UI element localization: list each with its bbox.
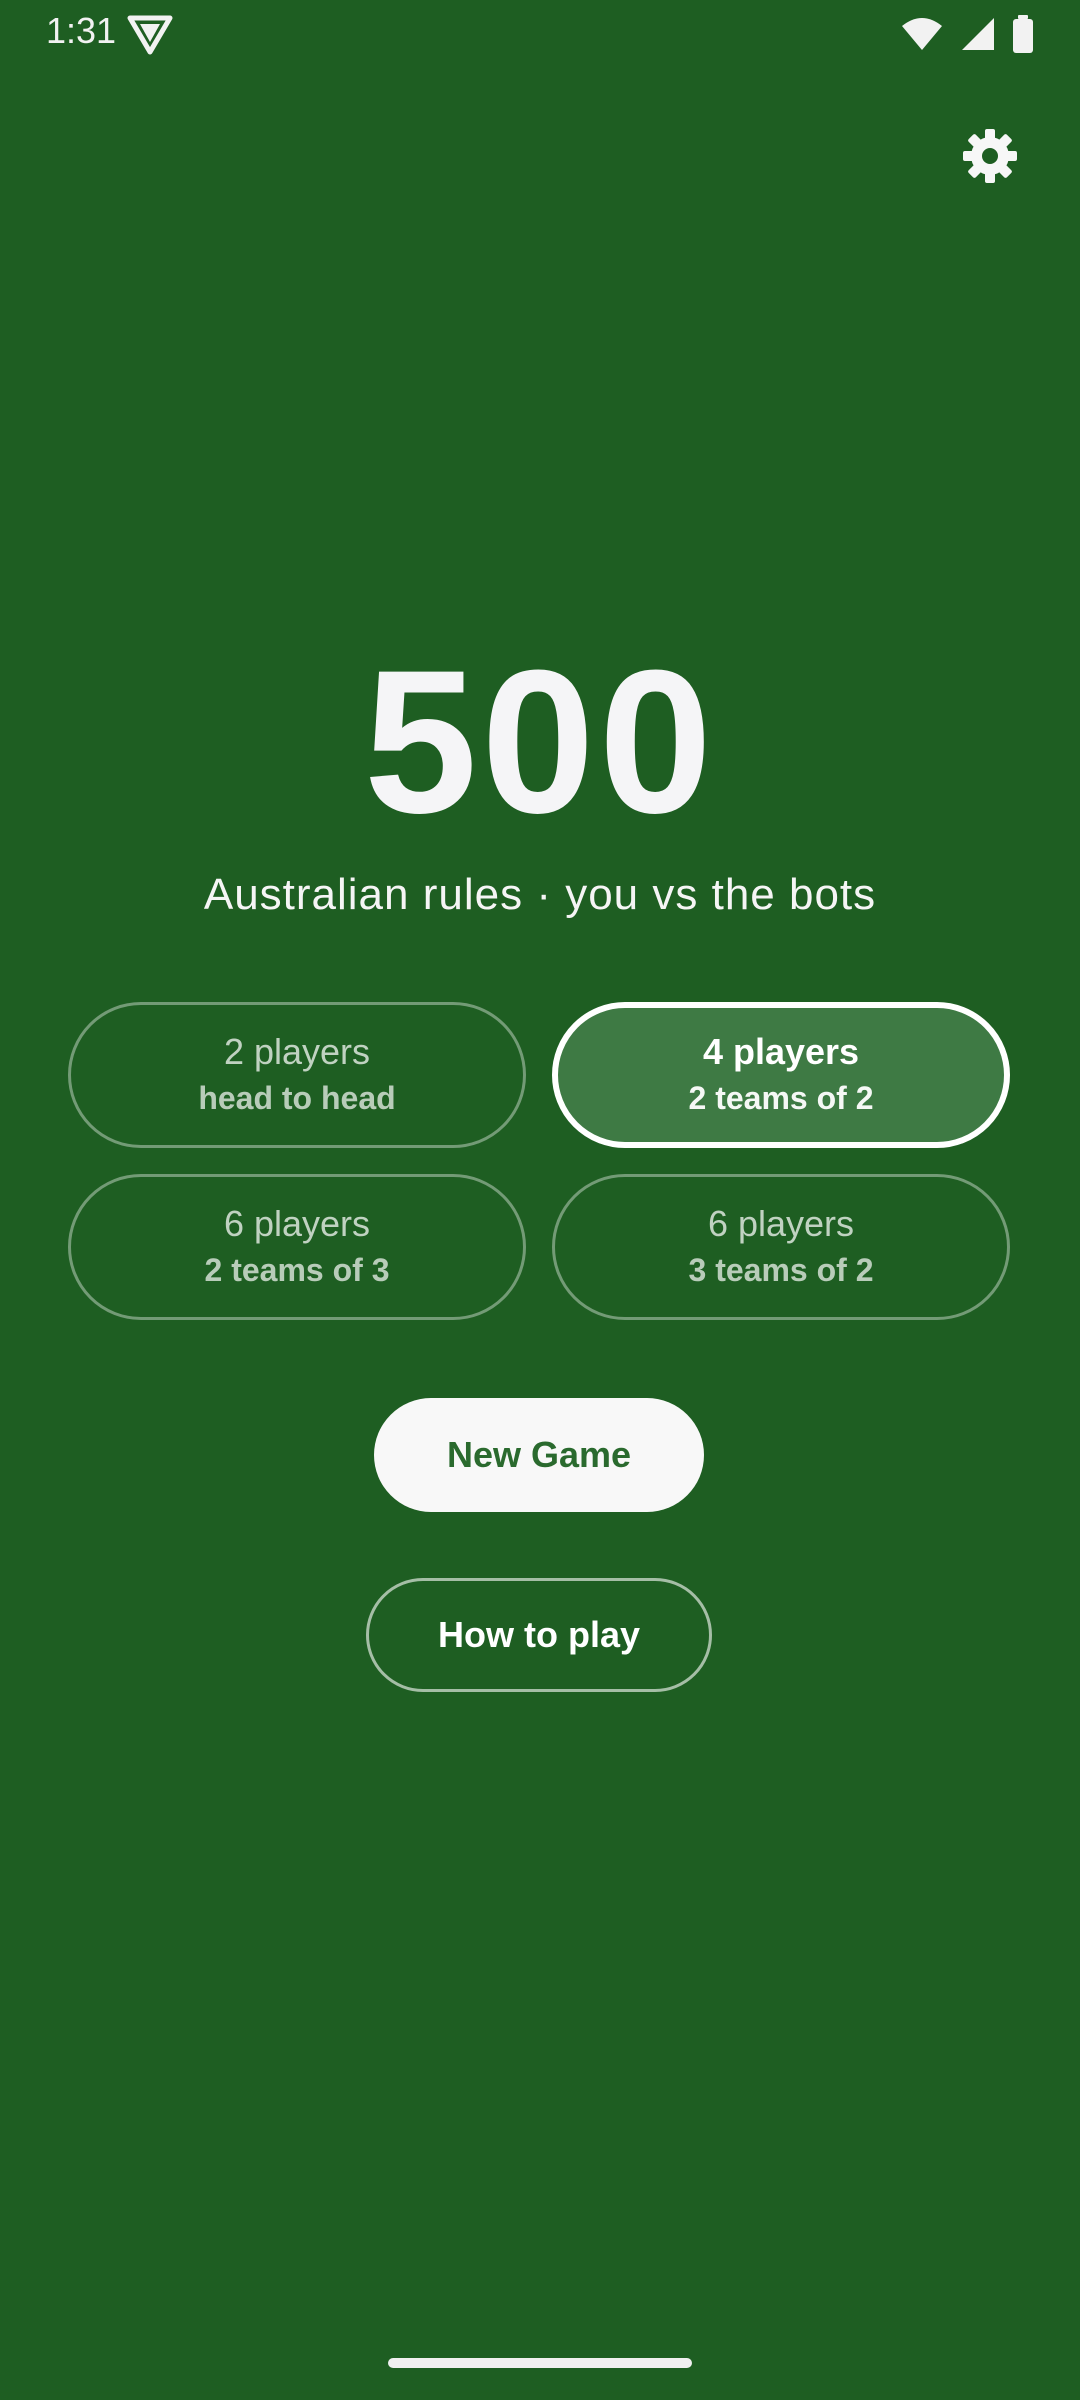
mode-option-2-players-head-to-head[interactable]: 2 players head to head bbox=[68, 1002, 526, 1148]
battery-icon bbox=[1012, 15, 1034, 53]
game-title: 500 bbox=[363, 628, 717, 856]
gear-icon bbox=[962, 128, 1018, 189]
game-subtitle: Australian rules · you vs the bots bbox=[203, 870, 877, 919]
how-to-play-button[interactable]: How to play bbox=[366, 1578, 712, 1692]
status-icons bbox=[900, 14, 1034, 54]
mode-desc-label: head to head bbox=[198, 1080, 396, 1116]
home-indicator[interactable] bbox=[388, 2358, 692, 2368]
mode-count-label: 6 players bbox=[223, 1203, 371, 1244]
mode-option-6-players-2-teams-of-3[interactable]: 6 players 2 teams of 3 bbox=[68, 1174, 526, 1320]
mode-option-4-players-2-teams-of-2[interactable]: 4 players 2 teams of 2 bbox=[552, 1002, 1010, 1148]
mode-count-label: 6 players bbox=[707, 1203, 855, 1244]
cell-signal-icon bbox=[960, 16, 996, 52]
mode-desc-label: 3 teams of 2 bbox=[688, 1252, 874, 1288]
mode-option-6-players-3-teams-of-2[interactable]: 6 players 3 teams of 2 bbox=[552, 1174, 1010, 1320]
player-mode-selector: 2 players head to head 4 players 2 teams… bbox=[68, 1002, 1012, 1320]
status-bar: 1:31 bbox=[0, 0, 1080, 66]
settings-button[interactable] bbox=[960, 128, 1020, 188]
vpn-shield-icon bbox=[126, 14, 174, 56]
mode-count-label: 4 players bbox=[702, 1031, 860, 1072]
mode-desc-label: 2 teams of 3 bbox=[204, 1252, 390, 1288]
wifi-icon bbox=[900, 16, 944, 52]
mode-desc-label: 2 teams of 2 bbox=[688, 1080, 874, 1116]
new-game-button[interactable]: New Game bbox=[374, 1398, 704, 1512]
mode-count-label: 2 players bbox=[223, 1031, 371, 1072]
status-time: 1:31 bbox=[46, 10, 117, 51]
